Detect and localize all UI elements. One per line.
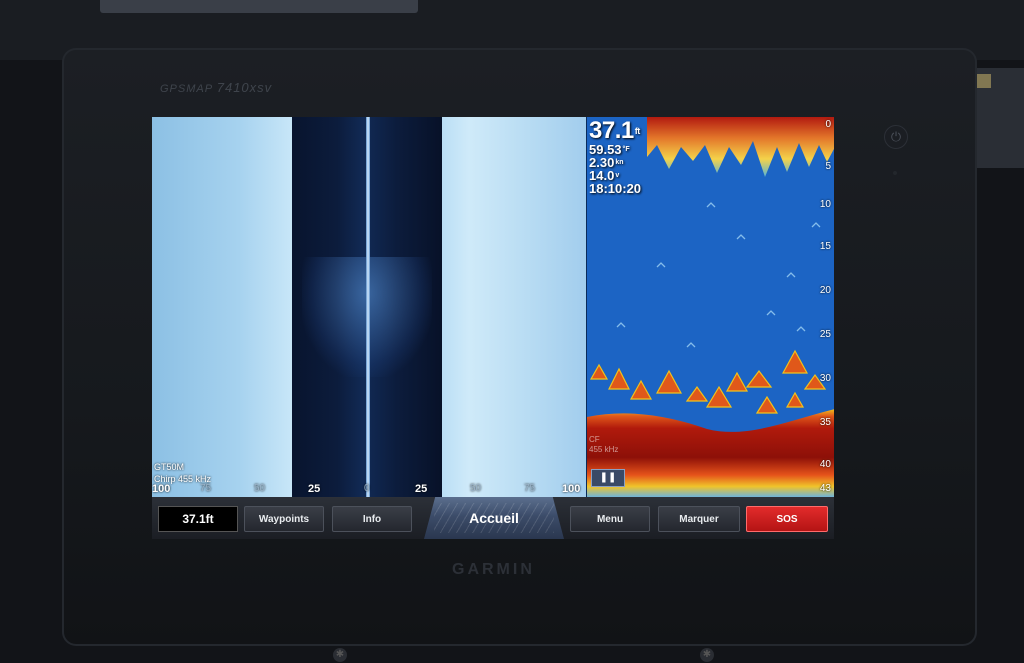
sonar-readouts: 37.1ft 59.53°F 2.30kn 14.0v 18:10:20 (589, 119, 642, 196)
range-tick: 25 (415, 483, 428, 495)
sidevu-pane[interactable]: GT50M Chirp 455 kHz 100 75 50 25 0 25 50… (152, 117, 586, 497)
sidevu-range-scale: 100 75 50 25 0 25 50 75 100 (152, 483, 586, 497)
range-tick: 50 (470, 483, 482, 494)
depth-unit: ft (634, 126, 641, 136)
depth-tick: 0 (825, 119, 831, 130)
menu-button[interactable]: Menu (570, 506, 650, 532)
pause-icon: ❚❚ (599, 472, 617, 483)
display-screen: GT50M Chirp 455 kHz 100 75 50 25 0 25 50… (152, 117, 834, 539)
pause-button[interactable]: ❚❚ (591, 469, 625, 487)
range-tick: 100 (562, 483, 581, 495)
waypoints-button[interactable]: Waypoints (244, 506, 324, 532)
frequency-line: 455 kHz (589, 445, 619, 454)
brand-logo: GARMIN (452, 561, 535, 578)
home-button[interactable]: Accueil (424, 497, 564, 539)
model-label: GPSMAP 7410xsv (160, 80, 272, 95)
depth-tick: 15 (819, 241, 831, 252)
depth-tick: 5 (825, 161, 831, 172)
range-tick: 100 (152, 483, 171, 495)
sidevu-centerline (366, 117, 370, 497)
range-tick: 75 (200, 483, 212, 494)
background-strip (100, 0, 418, 13)
model-prefix: GPSMAP (160, 83, 213, 95)
mark-button[interactable]: Marquer (658, 506, 740, 532)
frequency-line: CF (589, 435, 600, 444)
sidevu-info: GT50M Chirp 455 kHz (154, 461, 211, 485)
button-bar: 37.1ft Waypoints Info Accueil Menu Marqu… (152, 497, 834, 539)
info-button[interactable]: Info (332, 506, 412, 532)
depth-tick: 43 (819, 483, 831, 494)
range-tick: 0 (364, 483, 370, 494)
home-button-label: Accueil (469, 510, 519, 526)
status-led (893, 171, 897, 175)
depth-tick: 30 (819, 373, 831, 384)
transducer-label: GT50M (154, 462, 185, 472)
sidevu-starboard-bottom (440, 117, 586, 497)
depth-value: 37.1 (589, 117, 634, 144)
screw-icon: ✱ (333, 648, 347, 662)
time-readout: 18:10:20 (589, 181, 642, 196)
screw-icon: ✱ (700, 648, 714, 662)
depth-tick: 40 (819, 459, 831, 470)
sos-button[interactable]: SOS (746, 506, 828, 532)
power-icon: ⏻ (890, 129, 902, 144)
power-button[interactable]: ⏻ (884, 125, 908, 149)
sonar-frequency-label: CF 455 kHz (589, 435, 618, 455)
depth-tick: 25 (819, 329, 831, 340)
voltage-unit: v (615, 172, 620, 179)
depth-tick: 10 (819, 199, 831, 210)
range-tick: 50 (254, 483, 266, 494)
range-tick: 75 (524, 483, 536, 494)
sonar-pane[interactable]: 37.1ft 59.53°F 2.30kn 14.0v 18:10:20 0 5… (586, 117, 834, 497)
depth-readout: 37.1ft (589, 119, 641, 143)
depth-tick: 20 (819, 285, 831, 296)
range-tick: 25 (308, 483, 321, 495)
depth-tick: 35 (819, 417, 831, 428)
depth-databox[interactable]: 37.1ft (158, 506, 238, 532)
speed-unit: kn (615, 159, 624, 166)
model-number: 7410xsv (216, 80, 273, 95)
temperature-unit: °F (622, 146, 630, 153)
